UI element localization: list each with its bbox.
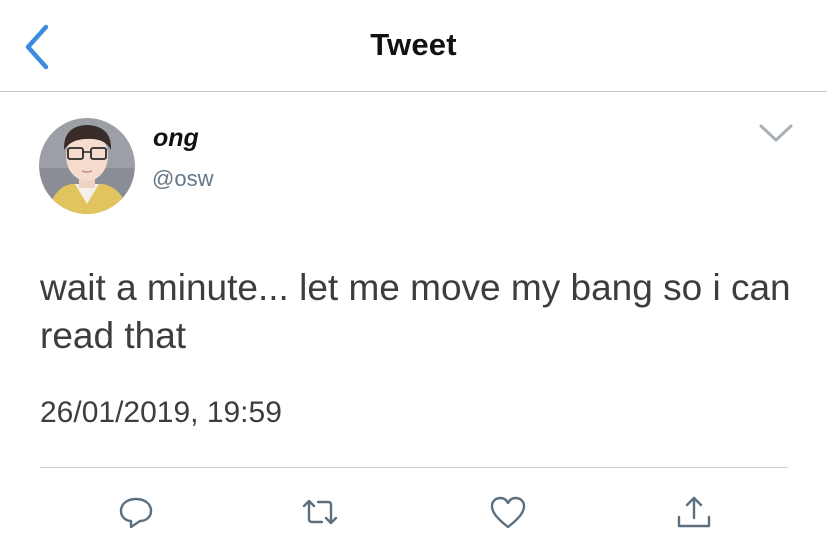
chevron-down-icon <box>759 124 793 142</box>
tweet-menu-button[interactable] <box>756 120 796 146</box>
heart-icon <box>490 496 526 529</box>
share-button[interactable] <box>674 493 714 533</box>
user-handle[interactable]: @osw <box>152 166 213 192</box>
reply-button[interactable] <box>116 493 156 533</box>
divider <box>40 467 788 468</box>
share-icon <box>677 496 711 528</box>
like-button[interactable] <box>488 493 528 533</box>
tweet-timestamp: 26/01/2019, 19:59 <box>40 396 282 429</box>
avatar-photo <box>39 118 135 214</box>
display-name[interactable]: ong <box>153 124 199 153</box>
retweet-button[interactable] <box>300 493 340 533</box>
retweet-icon <box>302 499 338 525</box>
avatar[interactable] <box>39 118 135 214</box>
reply-icon <box>119 497 153 529</box>
page-title: Tweet <box>370 27 457 62</box>
tweet-text: wait a minute... let me move my bang so … <box>40 267 791 356</box>
nav-bar: Tweet <box>0 0 827 92</box>
